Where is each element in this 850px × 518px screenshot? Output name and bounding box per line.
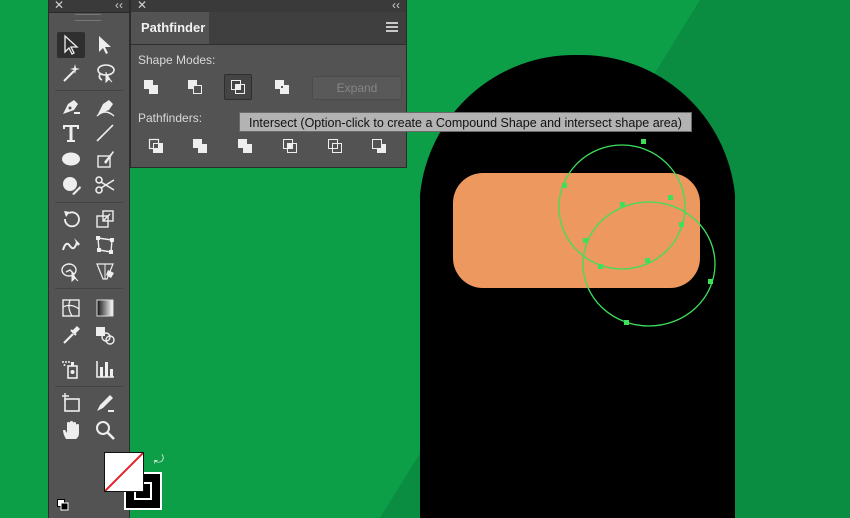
scale-tool-icon[interactable] [91, 206, 119, 232]
intersect-tooltip: Intersect (Option-click to create a Comp… [239, 112, 692, 132]
direct-selection-tool-icon[interactable] [91, 32, 119, 58]
column-graph-tool-icon[interactable] [91, 356, 119, 382]
divide-button[interactable] [142, 133, 170, 159]
rotate-tool-icon[interactable] [57, 206, 85, 232]
pathfinder-panel: ✕ ‹‹ Pathfinder Shape Modes: Expand Path… [130, 0, 407, 168]
free-transform-tool-icon[interactable] [91, 232, 119, 258]
unite-button[interactable] [137, 74, 165, 100]
minus-back-button[interactable] [365, 133, 393, 159]
pathfinders-label: Pathfinders: [138, 111, 203, 125]
exclude-button[interactable] [268, 74, 296, 100]
swap-fill-stroke-icon[interactable]: ⤾ [154, 452, 164, 467]
minus-front-button[interactable] [181, 74, 209, 100]
artboard-tool-icon[interactable] [57, 390, 85, 416]
close-icon[interactable]: ✕ [54, 0, 64, 12]
exclude-icon [275, 80, 289, 94]
minus-front-icon [188, 80, 202, 94]
pathfinder-tab-row: Pathfinder [131, 12, 406, 45]
collapse-icon[interactable]: ‹‹ [392, 0, 400, 12]
shaper-tool-icon[interactable] [57, 172, 85, 198]
symbol-sprayer-tool-icon[interactable] [57, 356, 85, 382]
divider [55, 386, 123, 387]
mesh-tool-icon[interactable] [57, 295, 85, 321]
pathfinder-panel-header: ✕ ‹‹ [131, 0, 406, 12]
tab-pathfinder[interactable]: Pathfinder [131, 12, 209, 44]
warp-tool-icon[interactable] [57, 232, 85, 258]
divider [55, 90, 123, 91]
scissors-tool-icon[interactable] [91, 172, 119, 198]
ellipse-tool-icon[interactable] [57, 146, 85, 172]
intersect-icon [231, 80, 245, 94]
divide-icon [148, 138, 163, 153]
default-fill-stroke-icon[interactable] [57, 498, 69, 511]
gradient-tool-icon[interactable] [91, 295, 119, 321]
fill-swatch[interactable] [104, 452, 144, 492]
panel-grip[interactable] [75, 14, 101, 21]
collapse-icon[interactable]: ‹‹ [115, 0, 123, 12]
crop-button[interactable] [276, 133, 304, 159]
merge-icon [238, 139, 252, 153]
outline-button[interactable] [321, 133, 349, 159]
line-segment-tool-icon[interactable] [91, 120, 119, 146]
blend-tool-icon[interactable] [91, 322, 119, 348]
magic-wand-tool-icon[interactable] [57, 60, 85, 86]
eyedropper-tool-icon[interactable] [57, 322, 85, 348]
shape-builder-tool-icon[interactable] [57, 258, 85, 284]
trim-icon [193, 139, 207, 153]
pen-tool-icon[interactable] [57, 94, 85, 120]
close-icon[interactable]: ✕ [137, 0, 147, 12]
orange-visor-shape[interactable] [453, 173, 700, 288]
lasso-tool-icon[interactable] [91, 60, 119, 86]
tools-panel: ✕ ‹‹ ⤾ [48, 0, 164, 518]
outline-icon [328, 139, 342, 153]
unite-icon [144, 80, 158, 94]
curvature-tool-icon[interactable] [91, 94, 119, 120]
zoom-tool-icon[interactable] [91, 417, 119, 443]
merge-button[interactable] [231, 133, 259, 159]
divider [55, 288, 123, 289]
expand-button[interactable]: Expand [312, 76, 402, 100]
crop-icon [283, 139, 297, 153]
trim-button[interactable] [186, 133, 214, 159]
intersect-button[interactable] [224, 74, 252, 100]
tools-panel-header: ✕ ‹‹ [49, 0, 129, 13]
panel-menu-icon[interactable] [386, 22, 398, 34]
minus-back-icon [372, 139, 386, 153]
divider [55, 202, 123, 203]
hand-tool-icon[interactable] [57, 417, 85, 443]
type-tool-icon[interactable] [57, 120, 85, 146]
shape-modes-label: Shape Modes: [138, 53, 216, 67]
paintbrush-tool-icon[interactable] [91, 146, 119, 172]
slice-tool-icon[interactable] [91, 390, 119, 416]
selection-tool-icon[interactable] [57, 32, 85, 58]
perspective-grid-tool-icon[interactable] [91, 258, 119, 284]
